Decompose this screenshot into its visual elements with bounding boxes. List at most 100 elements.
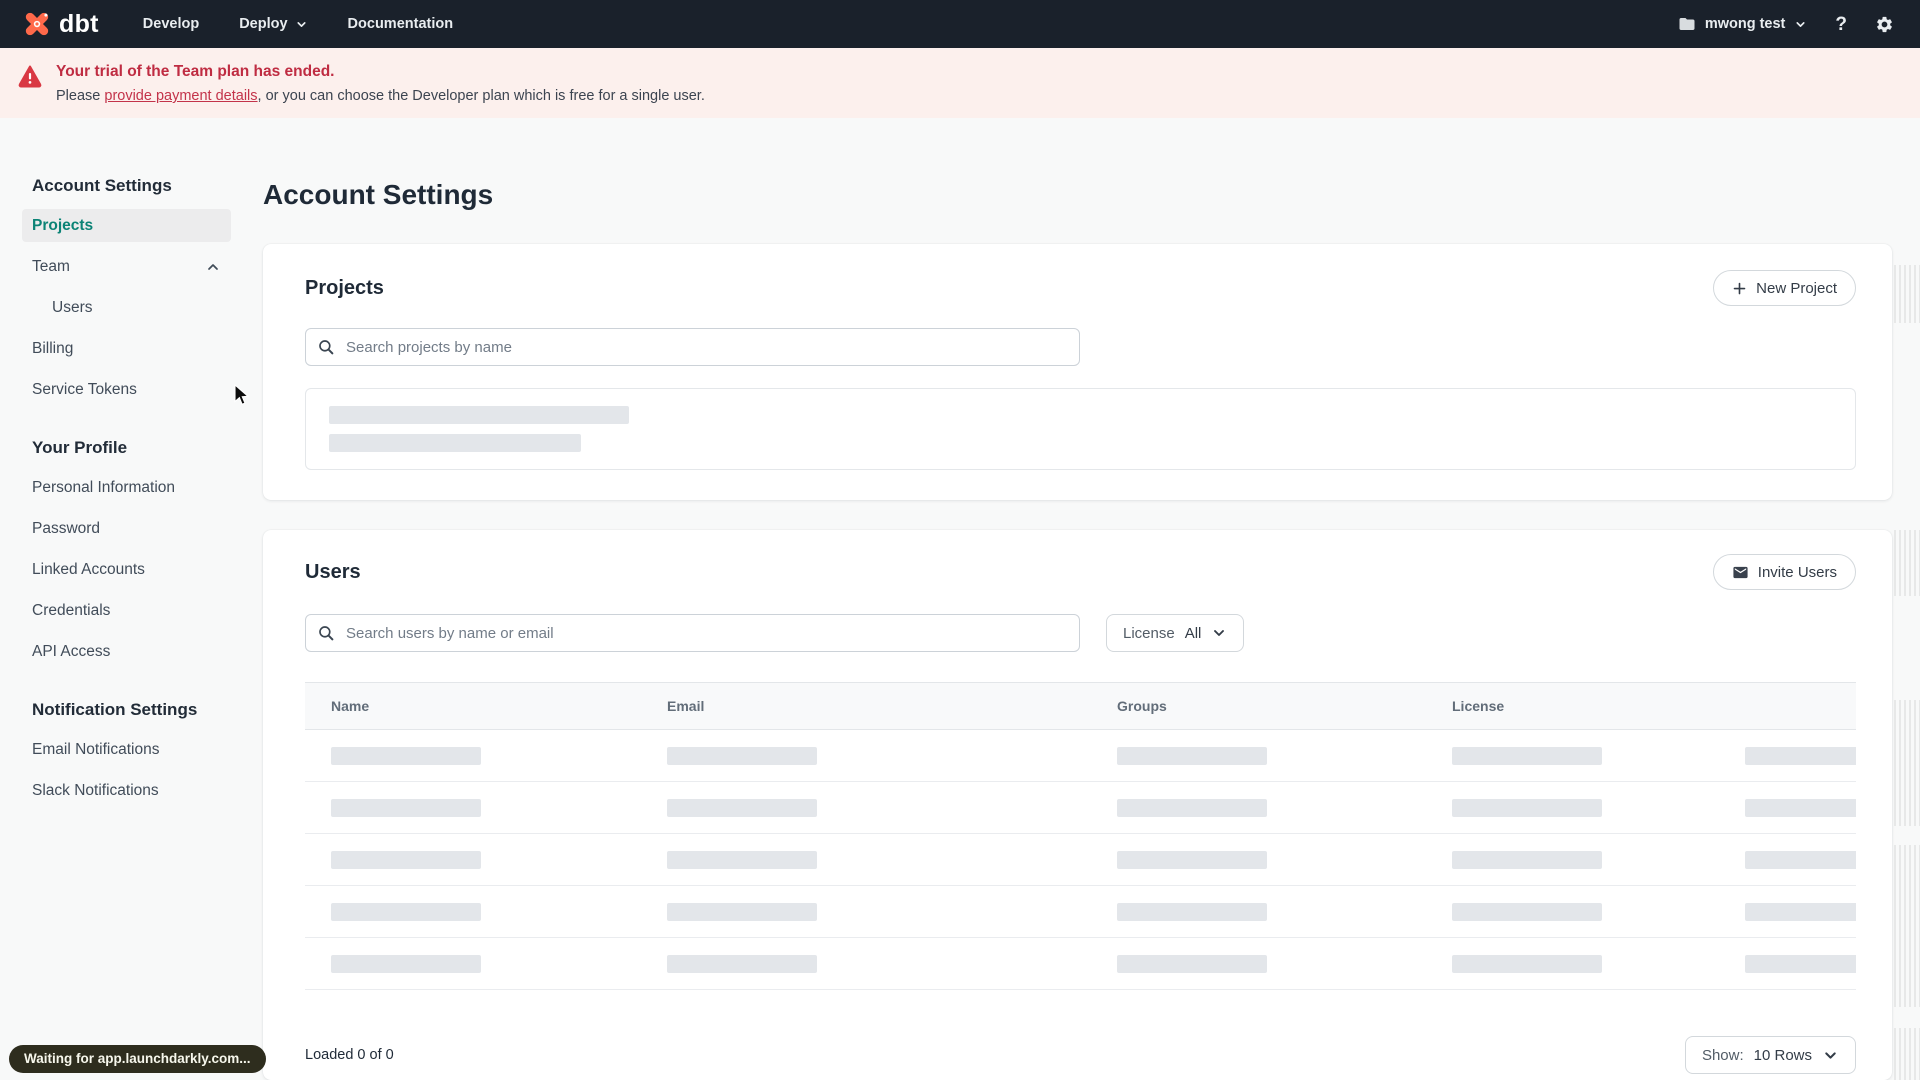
skeleton-bar: [1745, 798, 1856, 817]
banner-body: Please provide payment details, or you c…: [56, 88, 705, 104]
new-project-button[interactable]: New Project: [1713, 270, 1856, 306]
sidebar-item-credentials[interactable]: Credentials: [22, 594, 231, 627]
warning-triangle-icon: [18, 64, 42, 88]
top-nav: dbt Develop Deploy Documentation mwong t…: [0, 0, 1920, 48]
settings-gear-icon[interactable]: [1875, 15, 1894, 34]
banner-title: Your trial of the Team plan has ended.: [56, 63, 335, 80]
invite-users-button[interactable]: Invite Users: [1712, 554, 1856, 590]
sidebar-item-projects[interactable]: Projects: [22, 209, 231, 242]
chevron-down-icon: [1822, 1047, 1839, 1064]
folder-icon: [1678, 15, 1696, 33]
sidebar-heading-your-profile: Your Profile: [32, 438, 128, 457]
skeleton-bar: [329, 434, 581, 452]
users-card: Users Invite Users License All: [263, 530, 1892, 1080]
skeleton-bar: [331, 902, 481, 921]
skeleton-bar: [1117, 798, 1267, 817]
settings-sidebar: Account Settings Projects Team Users Bil…: [0, 118, 263, 1080]
sidebar-item-email-notifications[interactable]: Email Notifications: [22, 733, 231, 766]
skeleton-bar: [331, 850, 481, 869]
sidebar-item-billing[interactable]: Billing: [22, 332, 231, 365]
skeleton-bar: [667, 798, 817, 817]
skeleton-bar: [667, 746, 817, 765]
sidebar-heading-notification-settings: Notification Settings: [32, 700, 198, 719]
account-switcher[interactable]: mwong test: [1678, 15, 1808, 33]
sidebar-item-team[interactable]: Team: [22, 250, 231, 283]
skeleton-bar: [667, 850, 817, 869]
page-title: Account Settings: [263, 179, 494, 210]
sidebar-item-password[interactable]: Password: [22, 512, 231, 545]
table-row-skeleton: [305, 730, 1856, 782]
chevron-down-icon: [1794, 18, 1807, 31]
skeleton-bar: [1745, 954, 1856, 973]
browser-status-tooltip: Waiting for app.launchdarkly.com...: [9, 1045, 266, 1073]
main-content: Account Settings Projects New Project Se…: [263, 118, 1920, 1080]
table-row-skeleton: [305, 782, 1856, 834]
column-header-email: Email: [667, 698, 705, 714]
license-filter-dropdown[interactable]: License All: [1106, 614, 1245, 652]
column-header-license: License: [1452, 698, 1505, 714]
users-search-input[interactable]: [305, 614, 1080, 652]
trial-ended-banner: Your trial of the Team plan has ended. P…: [0, 48, 1920, 118]
primary-nav: Develop Deploy Documentation: [143, 16, 453, 32]
dbt-logo[interactable]: dbt: [22, 9, 99, 39]
users-table-header: Name Email Groups License: [305, 682, 1856, 730]
chevron-down-icon: [295, 18, 308, 31]
account-name: mwong test: [1704, 16, 1786, 32]
skeleton-bar: [667, 902, 817, 921]
skeleton-bar: [1117, 902, 1267, 921]
projects-search-input[interactable]: [305, 328, 1080, 366]
skeleton-bar: [1452, 798, 1602, 817]
table-row-skeleton: [305, 938, 1856, 990]
app-window: dbt Develop Deploy Documentation mwong t…: [0, 0, 1920, 1080]
sidebar-item-personal-information[interactable]: Personal Information: [22, 471, 231, 504]
users-card-title: Users: [305, 560, 361, 583]
provide-payment-details-link[interactable]: provide payment details: [104, 88, 257, 104]
sidebar-item-api-access[interactable]: API Access: [22, 635, 231, 668]
users-search: [305, 614, 1080, 652]
projects-loading-placeholder: [305, 388, 1856, 470]
skeleton-bar: [1452, 902, 1602, 921]
skeleton-bar: [1117, 746, 1267, 765]
projects-card: Projects New Project: [263, 244, 1892, 500]
chevron-up-icon: [205, 259, 221, 275]
nav-item-documentation[interactable]: Documentation: [348, 16, 454, 32]
rows-per-page-dropdown[interactable]: Show: 10 Rows: [1684, 1036, 1856, 1074]
sidebar-item-users[interactable]: Users: [22, 291, 231, 324]
skeleton-bar: [1117, 954, 1267, 973]
column-header-groups: Groups: [1117, 698, 1167, 714]
column-header-name: Name: [331, 698, 370, 714]
dbt-logo-text: dbt: [59, 9, 99, 38]
sidebar-item-service-tokens[interactable]: Service Tokens: [22, 373, 231, 406]
skeleton-bar: [1745, 746, 1856, 765]
skeleton-bar: [329, 406, 629, 424]
nav-item-develop[interactable]: Develop: [143, 16, 199, 32]
skeleton-bar: [1745, 902, 1856, 921]
banner-text-block: Your trial of the Team plan has ended. P…: [56, 61, 705, 104]
skeleton-bar: [331, 798, 481, 817]
sidebar-item-slack-notifications[interactable]: Slack Notifications: [22, 774, 231, 807]
chevron-down-icon: [1211, 625, 1227, 641]
skeleton-bar: [1745, 850, 1856, 869]
table-row-skeleton: [305, 886, 1856, 938]
projects-card-title: Projects: [305, 276, 384, 299]
sidebar-item-linked-accounts[interactable]: Linked Accounts: [22, 553, 231, 586]
skeleton-bar: [667, 954, 817, 973]
skeleton-bar: [1452, 850, 1602, 869]
skeleton-bar: [1452, 954, 1602, 973]
skeleton-bar: [1117, 850, 1267, 869]
dbt-logo-icon: [22, 9, 52, 39]
skeleton-bar: [331, 746, 481, 765]
nav-item-deploy[interactable]: Deploy: [239, 16, 307, 32]
mouse-cursor-icon: [234, 383, 251, 412]
skeleton-bar: [1452, 746, 1602, 765]
users-table: Name Email Groups License: [305, 682, 1856, 990]
table-row-skeleton: [305, 834, 1856, 886]
projects-search: [305, 328, 1080, 366]
help-icon[interactable]: ?: [1835, 15, 1847, 34]
envelope-icon: [1732, 564, 1749, 581]
search-icon: [317, 624, 335, 647]
loaded-count: Loaded 0 of 0: [305, 1047, 394, 1063]
sidebar-heading-account-settings: Account Settings: [32, 176, 172, 195]
skeleton-bar: [331, 954, 481, 973]
search-icon: [317, 338, 335, 361]
